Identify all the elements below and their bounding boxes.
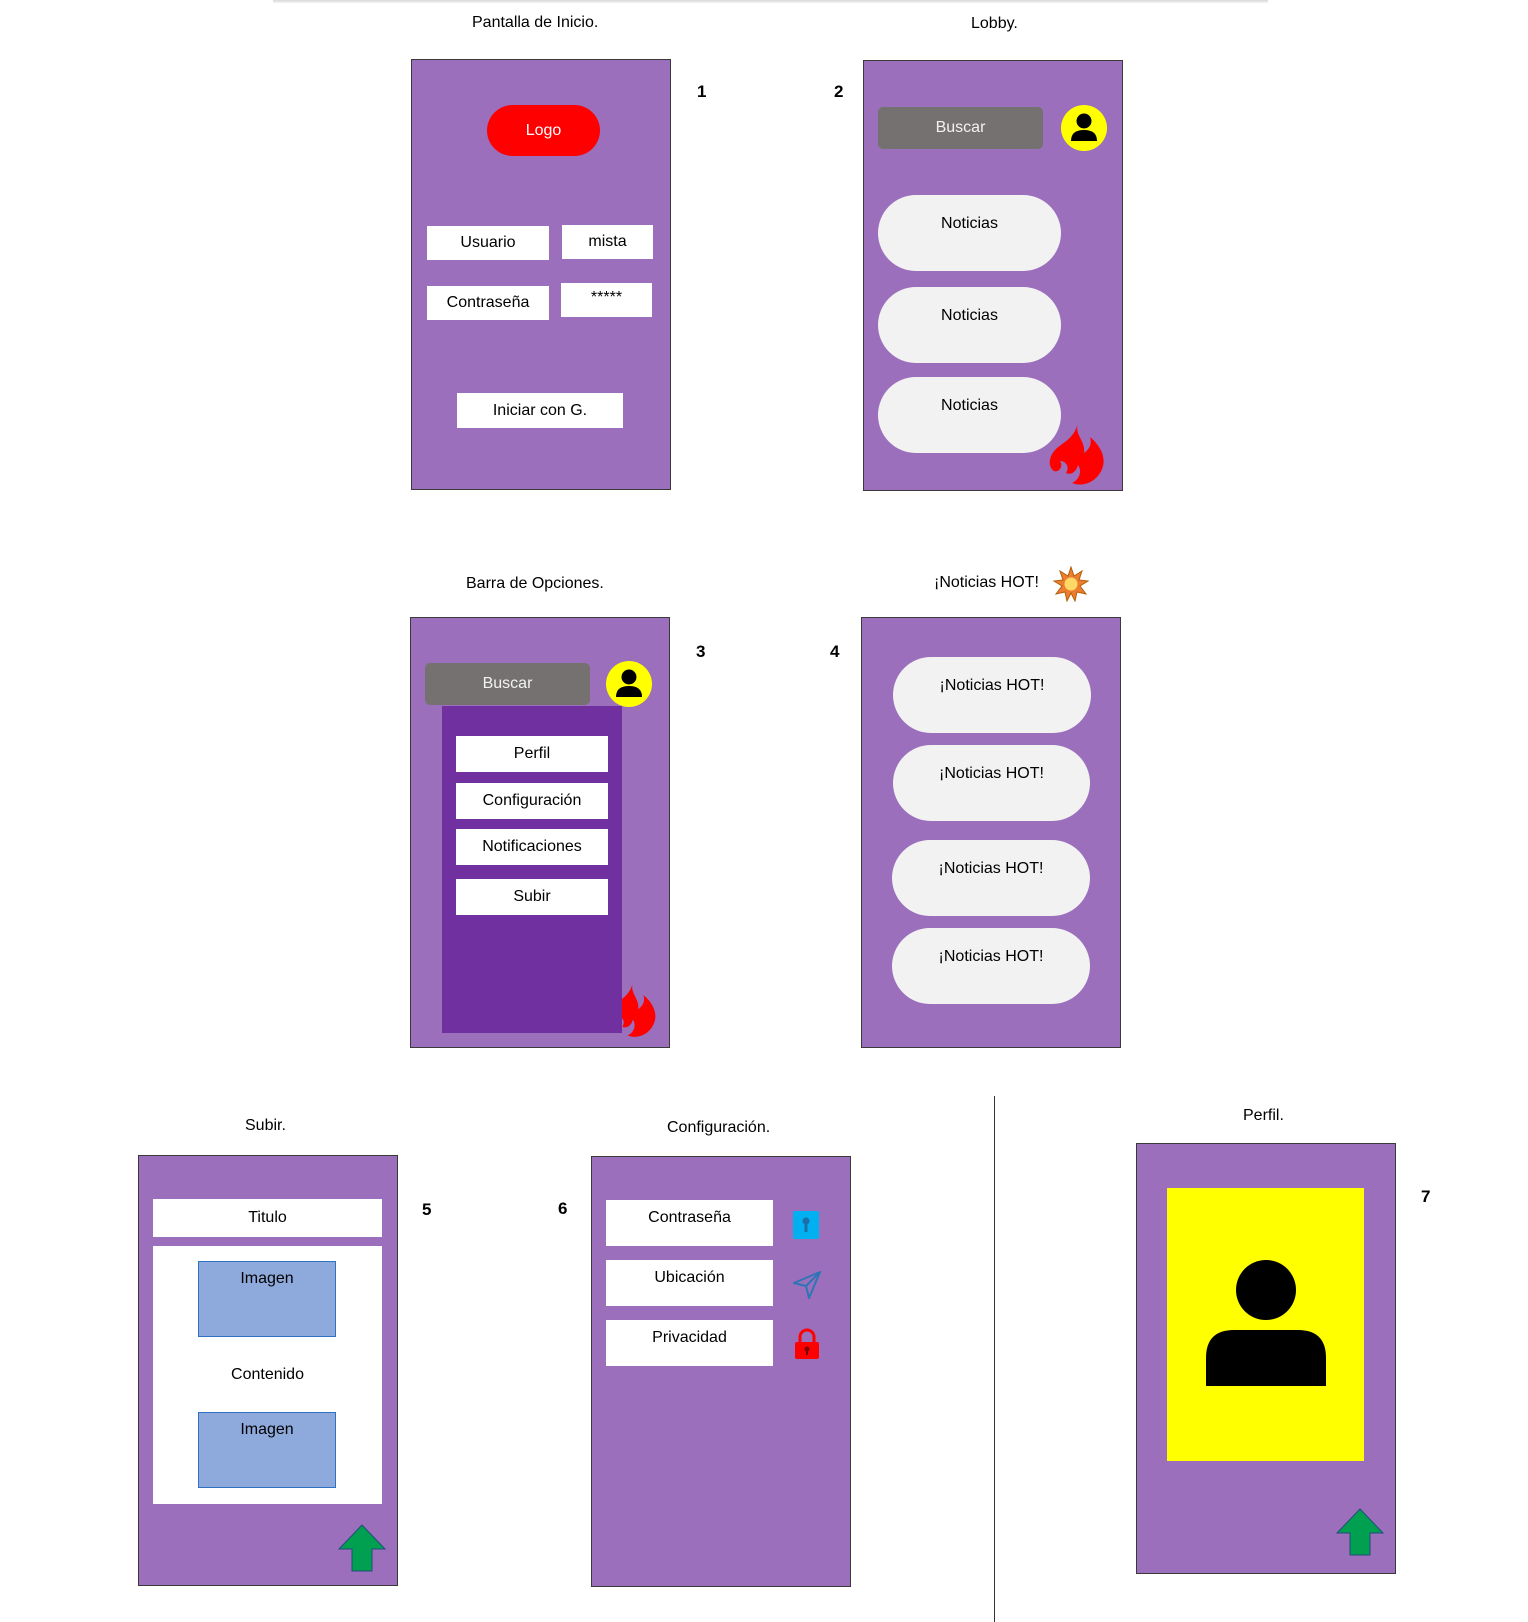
screen-opciones: Buscar Perfil Configuración Notificacion… (410, 617, 670, 1048)
caption-inicio: Pantalla de Inicio. (472, 14, 599, 31)
search-button[interactable]: Buscar (425, 663, 590, 705)
screen-number-1: 1 (697, 82, 707, 101)
news-item-1[interactable]: Noticias (878, 195, 1061, 271)
screen-configuracion: Contraseña Ubicación Privacidad (591, 1156, 851, 1587)
screen-number-7: 7 (1421, 1187, 1431, 1206)
password-field[interactable]: ***** (561, 283, 652, 317)
screen-hot: ¡Noticias HOT! ¡Noticias HOT! ¡Noticias … (861, 617, 1121, 1048)
location-icon[interactable] (792, 1270, 822, 1300)
flame-icon[interactable] (1044, 421, 1110, 487)
profile-picture-icon[interactable] (1167, 1188, 1364, 1461)
sun-icon (1053, 566, 1089, 602)
username-label: Usuario (427, 226, 549, 260)
upload-arrow-icon[interactable] (337, 1523, 387, 1573)
caption-lobby: Lobby. (971, 15, 1018, 32)
hot-news-item-2[interactable]: ¡Noticias HOT! (893, 745, 1090, 821)
caption-perfil: Perfil. (1243, 1107, 1284, 1124)
image-placeholder-1[interactable]: Imagen (198, 1261, 336, 1337)
menu-item-notificaciones[interactable]: Notificaciones (456, 829, 608, 865)
screen-number-5: 5 (422, 1200, 432, 1219)
caption-configuracion: Configuración. (667, 1119, 771, 1136)
settings-item-contrasena[interactable]: Contraseña (606, 1200, 773, 1246)
screen-number-4: 4 (830, 642, 840, 661)
title-field[interactable]: Titulo (153, 1199, 382, 1237)
password-icon[interactable] (792, 1210, 820, 1240)
image-placeholder-2[interactable]: Imagen (198, 1412, 336, 1488)
user-icon[interactable] (606, 661, 652, 707)
menu-item-perfil[interactable]: Perfil (456, 736, 608, 772)
lock-icon[interactable] (794, 1328, 820, 1360)
section-divider (994, 1096, 995, 1622)
content-label: Contenido (231, 1366, 304, 1383)
options-dropdown: Perfil Configuración Notificaciones Subi… (442, 706, 622, 1033)
caption-hot: ¡Noticias HOT! (934, 574, 1039, 591)
hot-news-item-1[interactable]: ¡Noticias HOT! (893, 657, 1091, 733)
user-icon[interactable] (1061, 105, 1107, 151)
news-item-2[interactable]: Noticias (878, 287, 1061, 363)
password-label: Contraseña (427, 286, 549, 320)
screen-perfil (1136, 1143, 1396, 1574)
upload-arrow-icon[interactable] (1335, 1507, 1385, 1557)
username-field[interactable]: mista (562, 225, 653, 259)
logo: Logo (487, 105, 600, 156)
news-item-3[interactable]: Noticias (878, 377, 1061, 453)
caption-opciones: Barra de Opciones. (466, 575, 604, 592)
hot-news-item-3[interactable]: ¡Noticias HOT! (892, 840, 1090, 916)
content-area[interactable]: Imagen Contenido Imagen (153, 1246, 382, 1504)
search-button[interactable]: Buscar (878, 107, 1043, 149)
menu-item-subir[interactable]: Subir (456, 879, 608, 915)
google-signin-button[interactable]: Iniciar con G. (457, 393, 623, 428)
screen-number-2: 2 (834, 82, 844, 101)
hot-news-item-4[interactable]: ¡Noticias HOT! (892, 928, 1090, 1004)
screen-number-6: 6 (558, 1199, 568, 1218)
screen-number-3: 3 (696, 642, 706, 661)
settings-item-ubicacion[interactable]: Ubicación (606, 1260, 773, 1306)
screen-inicio: Logo Usuario mista Contraseña ***** Inic… (411, 59, 671, 490)
screen-lobby: Buscar Noticias Noticias Noticias (863, 60, 1123, 491)
menu-item-configuracion[interactable]: Configuración (456, 783, 608, 819)
top-rule (273, 0, 1268, 3)
settings-item-privacidad[interactable]: Privacidad (606, 1320, 773, 1366)
caption-subir: Subir. (245, 1117, 286, 1134)
screen-subir: Titulo Imagen Contenido Imagen (138, 1155, 398, 1586)
